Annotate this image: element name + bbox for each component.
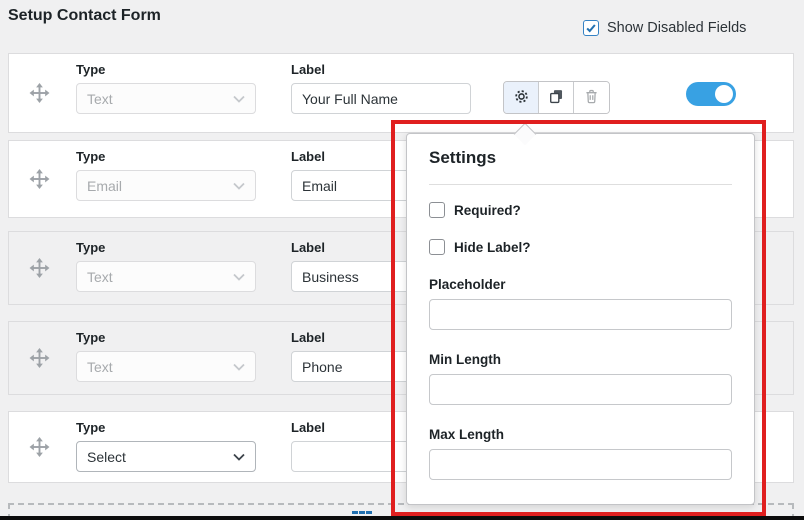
form-builder-screen: Setup Contact Form Show Disabled Fields …: [0, 0, 804, 520]
copy-icon: [548, 88, 565, 108]
partially-hidden-blue-element: [352, 511, 372, 514]
gear-icon: [513, 88, 530, 108]
page-title: Setup Contact Form: [8, 7, 161, 24]
type-caption: Type: [76, 240, 106, 255]
drag-handle-icon[interactable]: [29, 83, 50, 104]
type-caption: Type: [76, 420, 106, 435]
type-select-value: Text: [87, 268, 113, 285]
delete-field-button[interactable]: [574, 82, 609, 113]
min-length-input[interactable]: [429, 374, 732, 405]
type-select-value: Select: [87, 448, 126, 465]
label-input[interactable]: [291, 83, 471, 114]
placeholder-input[interactable]: [429, 299, 732, 330]
type-caption: Type: [76, 149, 106, 164]
type-select[interactable]: Email: [76, 170, 256, 201]
required-label: Required?: [454, 202, 521, 218]
max-length-label: Max Length: [429, 427, 505, 442]
checkbox-checked-icon[interactable]: [583, 20, 599, 36]
label-caption: Label: [291, 62, 325, 77]
chevron-down-icon: [233, 363, 245, 371]
field-row-1: Type Text Label: [8, 53, 794, 133]
hide-label-label: Hide Label?: [454, 239, 531, 255]
placeholder-label: Placeholder: [429, 277, 506, 292]
type-select-value: Email: [87, 177, 123, 194]
popover-divider: [429, 184, 732, 185]
trash-icon: [583, 88, 600, 108]
type-select[interactable]: Text: [76, 261, 256, 292]
drag-handle-icon[interactable]: [29, 169, 50, 190]
popover-title: Settings: [429, 148, 497, 167]
toggle-knob: [715, 85, 733, 103]
type-select-value: Text: [87, 358, 113, 375]
min-length-field: Min Length: [429, 352, 732, 405]
max-length-field: Max Length: [429, 427, 732, 480]
type-select[interactable]: Select: [76, 441, 256, 472]
min-length-label: Min Length: [429, 352, 501, 367]
drag-handle-icon[interactable]: [29, 348, 50, 369]
chevron-down-icon: [233, 273, 245, 281]
type-select[interactable]: Text: [76, 351, 256, 382]
bottom-edge-bar: [0, 516, 804, 520]
field-settings-button[interactable]: [504, 82, 539, 113]
checkbox-unchecked-icon[interactable]: [429, 239, 445, 255]
type-select[interactable]: Text: [76, 83, 256, 114]
field-settings-popover: Settings Required? Hide Label? Placehold…: [406, 133, 755, 505]
type-caption: Type: [76, 330, 106, 345]
checkbox-unchecked-icon[interactable]: [429, 202, 445, 218]
drag-handle-icon[interactable]: [29, 437, 50, 458]
row-action-buttons: [503, 81, 610, 114]
show-disabled-fields-toggle[interactable]: Show Disabled Fields: [583, 20, 746, 36]
type-caption: Type: [76, 62, 106, 77]
drag-handle-icon[interactable]: [29, 258, 50, 279]
check-icon: [586, 24, 596, 33]
chevron-down-icon: [233, 95, 245, 103]
chevron-down-icon: [233, 453, 245, 461]
placeholder-field: Placeholder: [429, 277, 732, 330]
show-disabled-fields-label: Show Disabled Fields: [607, 20, 747, 36]
field-enabled-toggle[interactable]: [686, 82, 736, 106]
chevron-down-icon: [233, 182, 245, 190]
duplicate-field-button[interactable]: [539, 82, 574, 113]
max-length-input[interactable]: [429, 449, 732, 480]
hide-label-checkbox[interactable]: Hide Label?: [429, 239, 732, 255]
type-select-value: Text: [87, 90, 113, 107]
required-checkbox[interactable]: Required?: [429, 202, 732, 218]
